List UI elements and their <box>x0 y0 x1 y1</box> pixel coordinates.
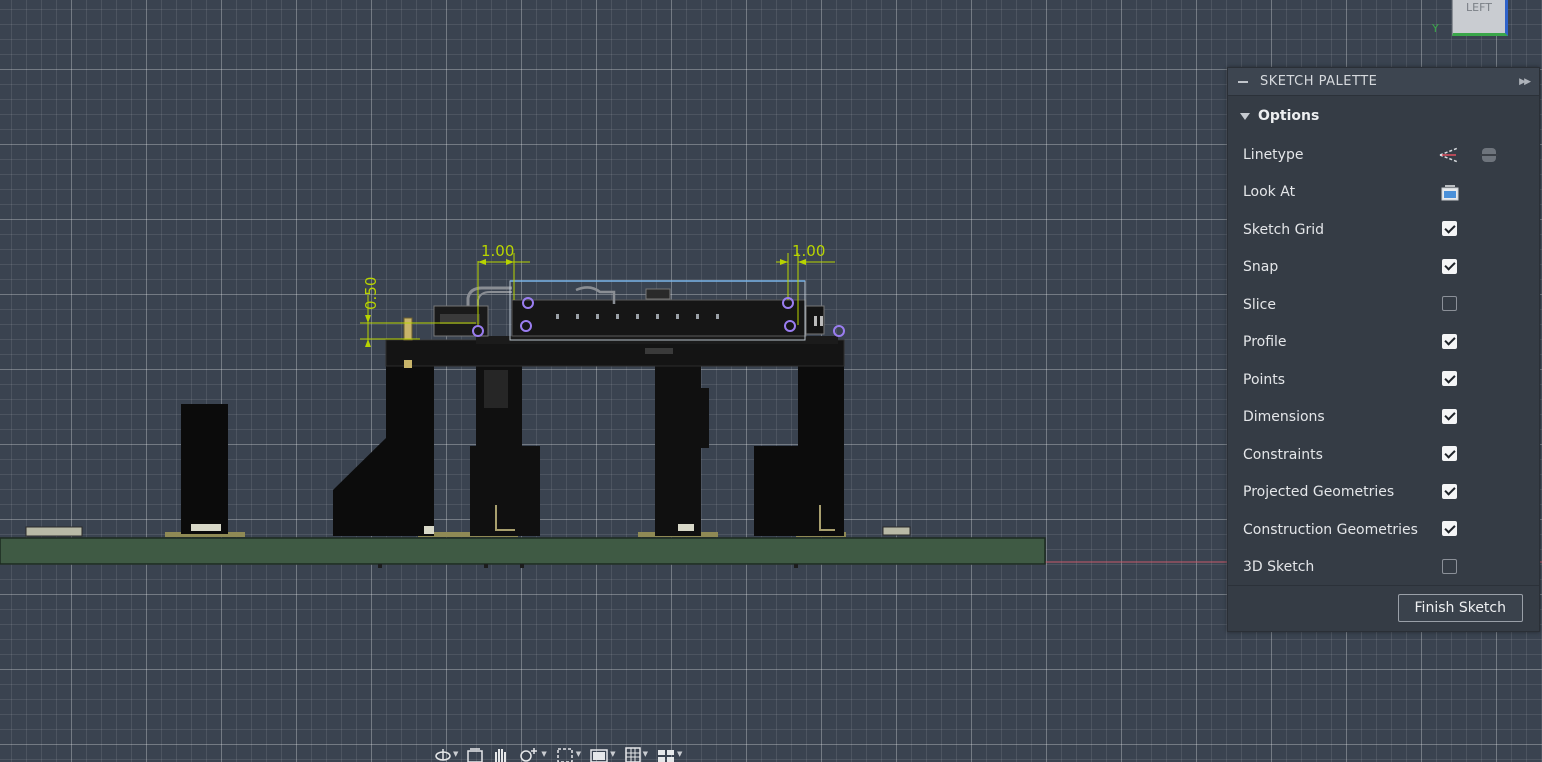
option-slice: Slice <box>1228 286 1539 324</box>
standoff-left-base <box>191 524 221 531</box>
option-projected-geometries: Projected Geometries <box>1228 474 1539 512</box>
options-label: Options <box>1258 108 1320 124</box>
zoom-icon[interactable]: ▼ <box>518 746 547 762</box>
standoff-left <box>181 404 228 534</box>
sketch-canvas[interactable]: 1.00 1.00 0.50 LEFT Y SKETCH PALETTE ▶▶ … <box>0 0 1542 762</box>
navigation-toolbar: ▼ ▼ ▼ ▼ ▼ ▼ <box>434 746 682 762</box>
grid-icon[interactable]: ▼ <box>624 746 648 762</box>
option-label: Construction Geometries <box>1243 521 1418 538</box>
option-label: Snap <box>1243 259 1279 276</box>
construction-geometries-checkbox[interactable] <box>1442 521 1457 536</box>
look-at-icon[interactable] <box>1439 182 1461 204</box>
sketch-palette-footer: Finish Sketch <box>1228 585 1539 631</box>
option-points: Points <box>1228 361 1539 399</box>
left-bracket <box>333 366 434 536</box>
option-linetype: Linetype <box>1228 136 1539 174</box>
snap-checkbox[interactable] <box>1442 258 1457 274</box>
option-3d-sketch: 3D Sketch <box>1228 549 1539 587</box>
centerline-linetype-icon[interactable] <box>1478 144 1500 166</box>
option-label: Points <box>1243 371 1286 388</box>
option-label: Profile <box>1243 334 1287 351</box>
look-at-icon[interactable] <box>466 746 484 762</box>
option-label: Dimensions <box>1243 409 1325 426</box>
option-label: Projected Geometries <box>1243 484 1395 501</box>
right-bracket <box>754 356 844 536</box>
dimension-left-label[interactable]: 1.00 <box>481 242 514 260</box>
dimension-right-label[interactable]: 1.00 <box>792 242 825 260</box>
profile-checkbox[interactable] <box>1442 333 1457 349</box>
right-inner-column <box>655 366 709 536</box>
pan-icon[interactable] <box>492 746 510 762</box>
pin <box>403 317 413 341</box>
finish-sketch-button[interactable]: Finish Sketch <box>1397 594 1523 622</box>
pcb-board <box>0 537 1046 565</box>
option-constraints: Constraints <box>1228 436 1539 474</box>
constraints-checkbox[interactable] <box>1442 446 1457 461</box>
3d-sketch-checkbox[interactable] <box>1442 558 1457 574</box>
collapse-icon[interactable] <box>1238 80 1248 83</box>
sketch-palette-title: SKETCH PALETTE <box>1260 74 1378 89</box>
option-label: 3D Sketch <box>1243 559 1315 576</box>
sketch-palette: SKETCH PALETTE ▶▶ Options Linetype Look … <box>1227 67 1540 632</box>
expand-panel-icon[interactable]: ▶▶ <box>1519 77 1531 87</box>
view-cube[interactable]: LEFT <box>1452 0 1508 36</box>
display-settings-icon[interactable]: ▼ <box>589 746 616 762</box>
sketch-grid-checkbox[interactable] <box>1442 221 1457 236</box>
slice-checkbox[interactable] <box>1442 296 1457 311</box>
sketch-palette-header: SKETCH PALETTE ▶▶ <box>1228 68 1539 96</box>
caret-down-icon[interactable]: ▼ <box>677 750 682 758</box>
construction-linetype-icon[interactable] <box>1438 144 1460 166</box>
option-profile: Profile <box>1228 324 1539 362</box>
options-section-header[interactable]: Options <box>1228 96 1539 136</box>
dimensions-checkbox[interactable] <box>1442 408 1457 424</box>
view-cube-axis-label: Y <box>1432 22 1439 35</box>
option-label: Look At <box>1243 184 1296 201</box>
option-label: Slice <box>1243 296 1276 313</box>
caret-down-icon[interactable]: ▼ <box>453 750 458 758</box>
caret-down-icon[interactable]: ▼ <box>643 750 648 758</box>
orbit-icon[interactable]: ▼ <box>434 746 458 762</box>
points-checkbox[interactable] <box>1442 371 1457 386</box>
caret-down-icon[interactable]: ▼ <box>576 750 581 758</box>
dimension-vertical-label[interactable]: 0.50 <box>362 277 380 310</box>
option-dimensions: Dimensions <box>1228 399 1539 437</box>
caret-down-icon <box>1240 112 1250 120</box>
option-snap: Snap <box>1228 249 1539 287</box>
projected-geometries-checkbox[interactable] <box>1442 483 1457 499</box>
option-label: Sketch Grid <box>1243 221 1324 238</box>
fit-icon[interactable]: ▼ <box>555 746 581 762</box>
left-column <box>470 366 540 536</box>
option-construction-geometries: Construction Geometries <box>1228 511 1539 549</box>
caret-down-icon[interactable]: ▼ <box>541 750 546 758</box>
view-cube-face-label: LEFT <box>1466 1 1492 14</box>
caret-down-icon[interactable]: ▼ <box>610 750 615 758</box>
option-look-at: Look At <box>1228 174 1539 212</box>
connector-header <box>433 286 825 337</box>
viewports-icon[interactable]: ▼ <box>656 746 682 762</box>
option-sketch-grid: Sketch Grid <box>1228 211 1539 249</box>
option-label: Constraints <box>1243 446 1323 463</box>
